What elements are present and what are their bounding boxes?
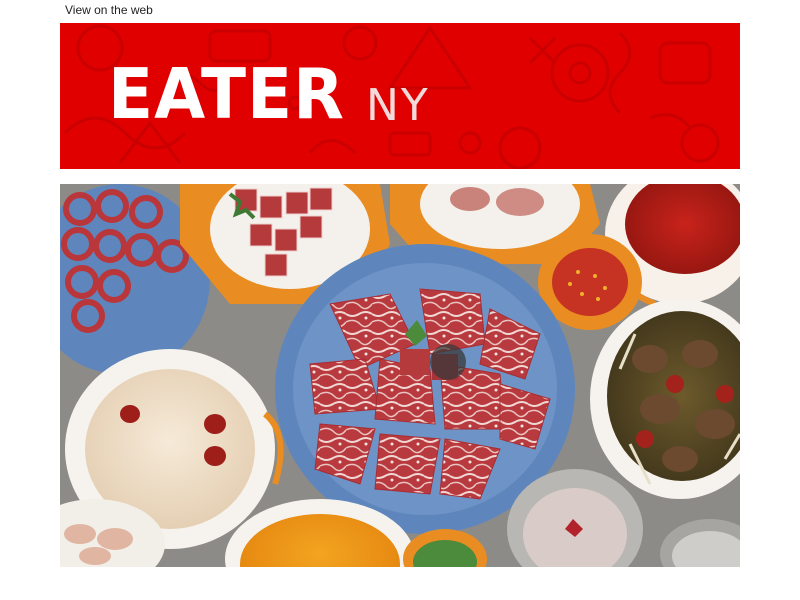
hero-image[interactable] bbox=[60, 184, 740, 567]
eater-ny-banner[interactable]: EATER NY bbox=[60, 23, 740, 169]
eater-logo: EATER bbox=[108, 54, 345, 135]
view-on-web-link[interactable]: View on the web bbox=[65, 2, 153, 18]
hot-pot-photo bbox=[60, 184, 740, 567]
email-page: View on the web EATER NY bbox=[0, 0, 800, 600]
city-label: NY bbox=[366, 80, 430, 131]
